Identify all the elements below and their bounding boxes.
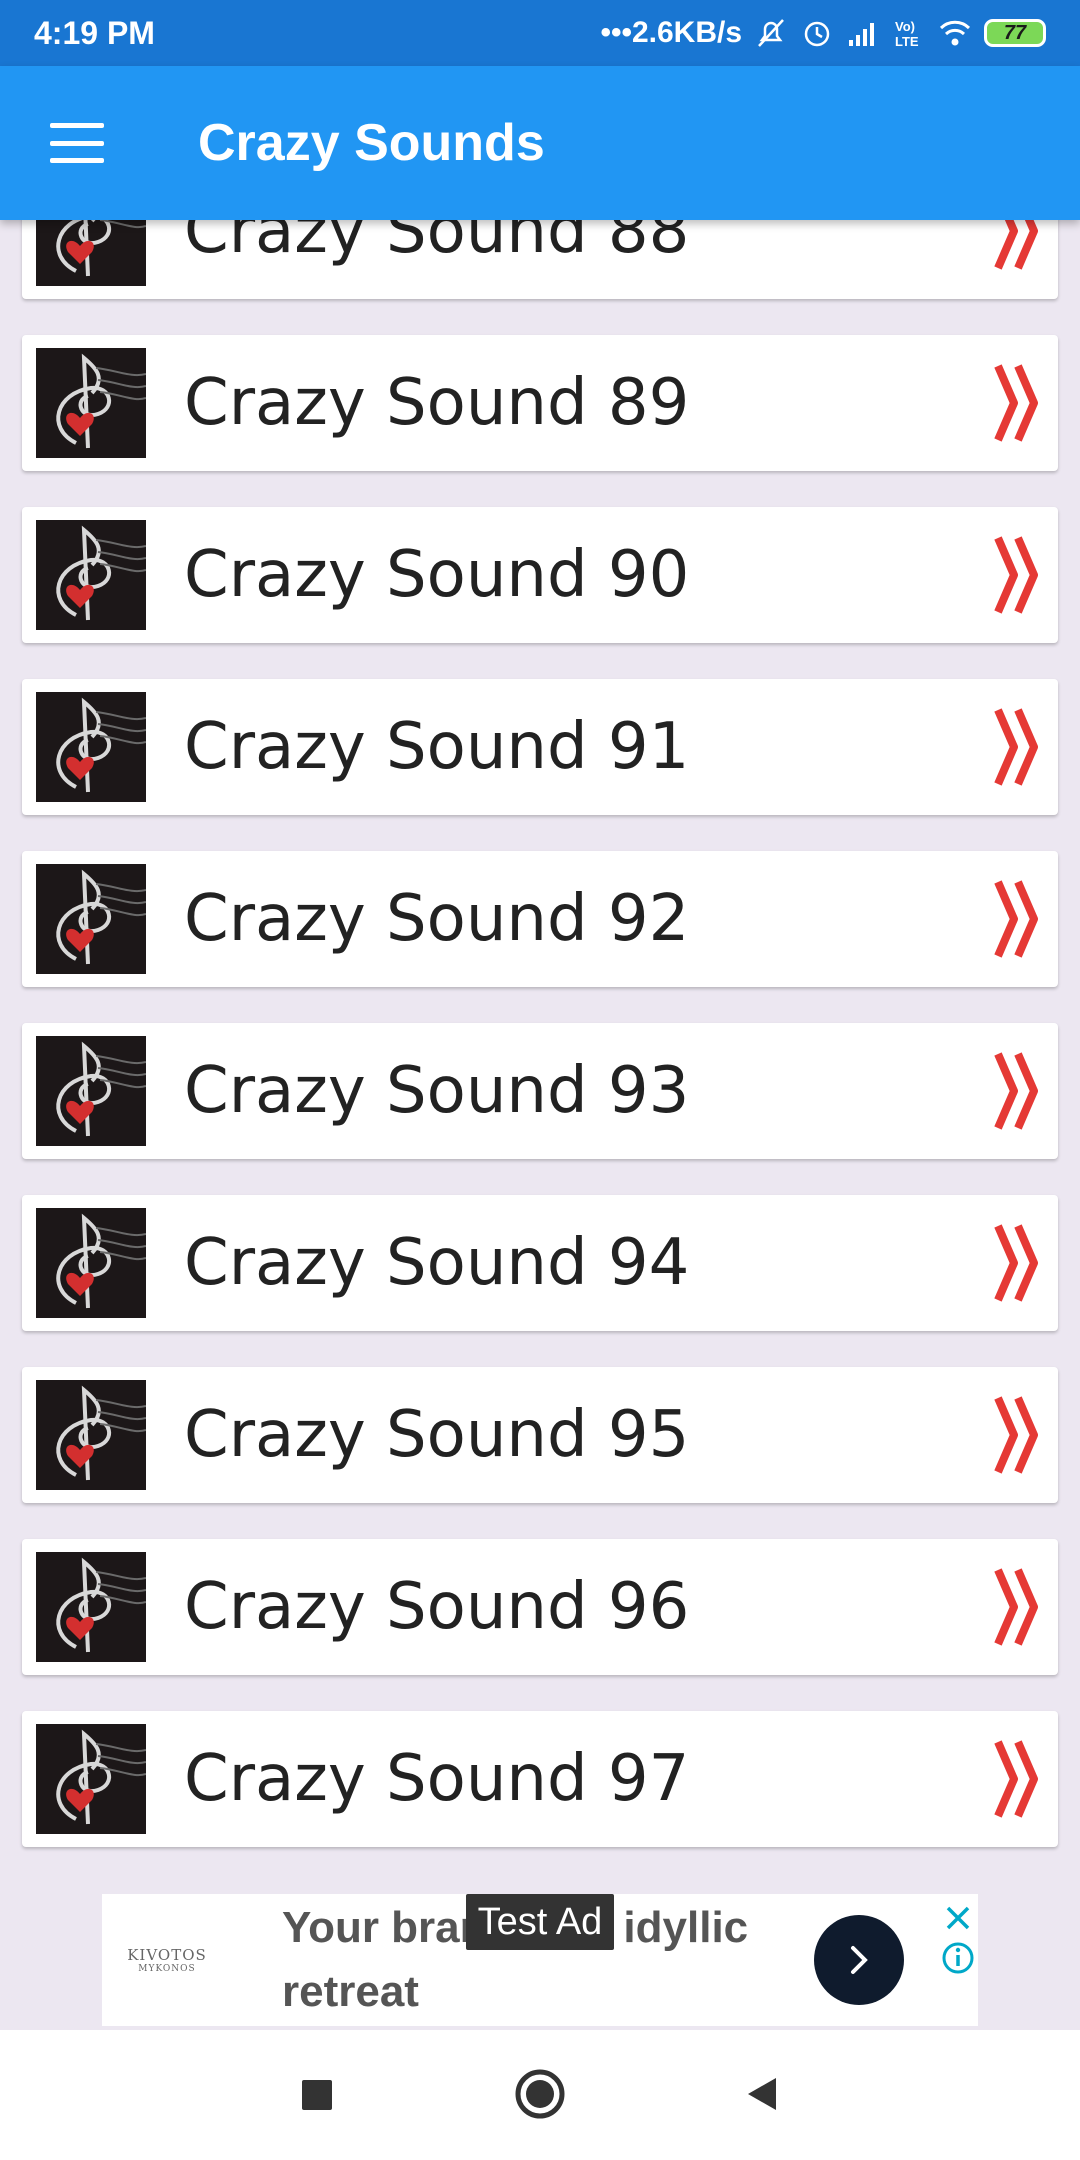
treble-clef-heart-icon bbox=[36, 348, 146, 458]
sound-list[interactable]: Crazy Sound 88 Crazy Sound 89 Crazy Sound … bbox=[0, 220, 1080, 1890]
list-item[interactable]: Crazy Sound 92 bbox=[22, 851, 1058, 987]
double-chevron-right-icon[interactable] bbox=[994, 874, 1044, 964]
battery-icon: 77 bbox=[984, 19, 1046, 47]
alarm-icon bbox=[804, 21, 830, 47]
status-time: 4:19 PM bbox=[34, 14, 155, 51]
test-ad-badge: Test Ad bbox=[466, 1894, 614, 1950]
navigation-bar bbox=[0, 2030, 1080, 2160]
ad-open-button[interactable] bbox=[814, 1915, 904, 2005]
ad-info-icon[interactable] bbox=[938, 1938, 978, 1978]
signal-icon bbox=[849, 23, 874, 46]
treble-clef-heart-icon bbox=[36, 520, 146, 630]
status-bar: 4:19 PM •••2.6KB/s Vo) LTE 77 bbox=[0, 0, 1080, 66]
double-chevron-right-icon[interactable] bbox=[994, 702, 1044, 792]
double-chevron-right-icon[interactable] bbox=[994, 358, 1044, 448]
treble-clef-heart-icon bbox=[36, 1552, 146, 1662]
list-item-label: Crazy Sound 88 bbox=[184, 220, 690, 268]
triangle-back-icon bbox=[748, 2078, 776, 2110]
chevron-right-icon bbox=[851, 1946, 868, 1974]
home-button[interactable] bbox=[510, 2064, 570, 2124]
list-item[interactable]: Crazy Sound 88 bbox=[22, 220, 1058, 299]
network-speed: •••2.6KB/s bbox=[600, 16, 742, 49]
wifi-icon bbox=[939, 20, 971, 46]
list-item-label: Crazy Sound 97 bbox=[184, 1742, 690, 1816]
list-item[interactable]: Crazy Sound 90 bbox=[22, 507, 1058, 643]
app-title: Crazy Sounds bbox=[198, 114, 545, 172]
volte-icon: Vo) LTE bbox=[895, 19, 919, 49]
list-item-label: Crazy Sound 96 bbox=[184, 1570, 690, 1644]
ad-brand-sub: MYKONOS bbox=[138, 1964, 196, 1974]
list-item-label: Crazy Sound 95 bbox=[184, 1398, 690, 1472]
list-item[interactable]: Crazy Sound 96 bbox=[22, 1539, 1058, 1675]
mute-icon bbox=[758, 19, 784, 47]
double-chevron-right-icon[interactable] bbox=[994, 1390, 1044, 1480]
list-item[interactable]: Crazy Sound 89 bbox=[22, 335, 1058, 471]
double-chevron-right-icon[interactable] bbox=[994, 530, 1044, 620]
double-chevron-right-icon[interactable] bbox=[994, 220, 1044, 276]
double-chevron-right-icon[interactable] bbox=[994, 1218, 1044, 1308]
square-recents-icon bbox=[302, 2080, 332, 2110]
double-chevron-right-icon[interactable] bbox=[994, 1046, 1044, 1136]
hamburger-menu-icon[interactable] bbox=[50, 123, 104, 163]
double-chevron-right-icon[interactable] bbox=[994, 1562, 1044, 1652]
list-item-label: Crazy Sound 92 bbox=[184, 882, 690, 956]
list-item-label: Crazy Sound 90 bbox=[184, 538, 690, 612]
list-item-label: Crazy Sound 93 bbox=[184, 1054, 690, 1128]
app-bar: Crazy Sounds bbox=[0, 66, 1080, 220]
ad-controls bbox=[938, 1894, 978, 2026]
treble-clef-heart-icon bbox=[36, 220, 146, 286]
recents-button[interactable] bbox=[286, 2064, 346, 2124]
treble-clef-heart-icon bbox=[36, 1036, 146, 1146]
ad-brand-name: KIVOTOS bbox=[127, 1946, 207, 1964]
list-item-label: Crazy Sound 91 bbox=[184, 710, 690, 784]
ad-close-icon[interactable] bbox=[938, 1898, 978, 1938]
list-item[interactable]: Crazy Sound 97 bbox=[22, 1711, 1058, 1847]
status-icons: •••2.6KB/s Vo) LTE 77 bbox=[600, 16, 1046, 50]
list-item[interactable]: Crazy Sound 95 bbox=[22, 1367, 1058, 1503]
list-item[interactable]: Crazy Sound 94 bbox=[22, 1195, 1058, 1331]
list-item[interactable]: Crazy Sound 91 bbox=[22, 679, 1058, 815]
back-button[interactable] bbox=[732, 2064, 792, 2124]
svg-text:Vo): Vo) bbox=[895, 19, 915, 34]
double-chevron-right-icon[interactable] bbox=[994, 1734, 1044, 1824]
treble-clef-heart-icon bbox=[36, 1380, 146, 1490]
svg-text:LTE: LTE bbox=[895, 34, 919, 49]
list-item-label: Crazy Sound 89 bbox=[184, 366, 690, 440]
list-item[interactable]: Crazy Sound 93 bbox=[22, 1023, 1058, 1159]
circle-home-icon bbox=[515, 2069, 565, 2119]
list-item-label: Crazy Sound 94 bbox=[184, 1226, 690, 1300]
treble-clef-heart-icon bbox=[36, 864, 146, 974]
treble-clef-heart-icon bbox=[36, 692, 146, 802]
treble-clef-heart-icon bbox=[36, 1724, 146, 1834]
treble-clef-heart-icon bbox=[36, 1208, 146, 1318]
ad-brand-logo: KIVOTOS MYKONOS bbox=[102, 1946, 232, 1974]
